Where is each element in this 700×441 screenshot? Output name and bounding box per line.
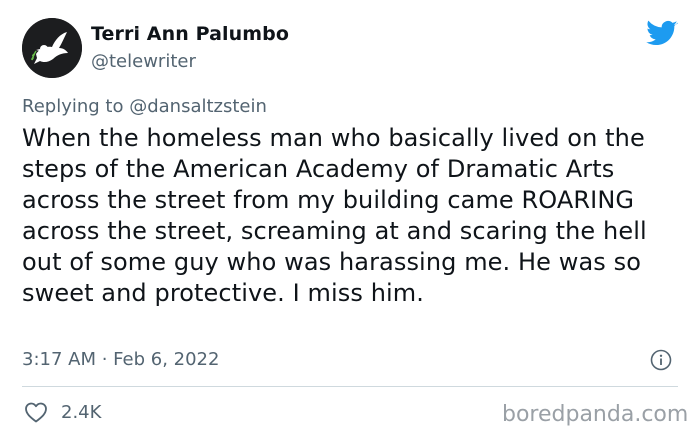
- watermark: boredpanda.com: [502, 402, 689, 427]
- tweet-text: When the homeless man who basically live…: [22, 124, 647, 307]
- tweet-card: Terri Ann Palumbo @telewriter Replying t…: [0, 0, 700, 441]
- author-name[interactable]: Terri Ann Palumbo: [91, 23, 289, 45]
- tweet-timestamp[interactable]: 3:17 AM · Feb 6, 2022: [22, 349, 219, 370]
- dove-icon: [22, 18, 82, 78]
- replying-to-line[interactable]: Replying to @dansaltzstein: [22, 96, 267, 117]
- info-icon[interactable]: [650, 349, 672, 371]
- heart-icon[interactable]: [24, 401, 48, 423]
- author-handle[interactable]: @telewriter: [91, 51, 196, 72]
- like-button[interactable]: 2.4K: [24, 400, 101, 424]
- divider: [22, 386, 678, 387]
- avatar[interactable]: [22, 18, 82, 78]
- like-count: 2.4K: [61, 401, 102, 423]
- twitter-bird-icon[interactable]: [646, 20, 678, 48]
